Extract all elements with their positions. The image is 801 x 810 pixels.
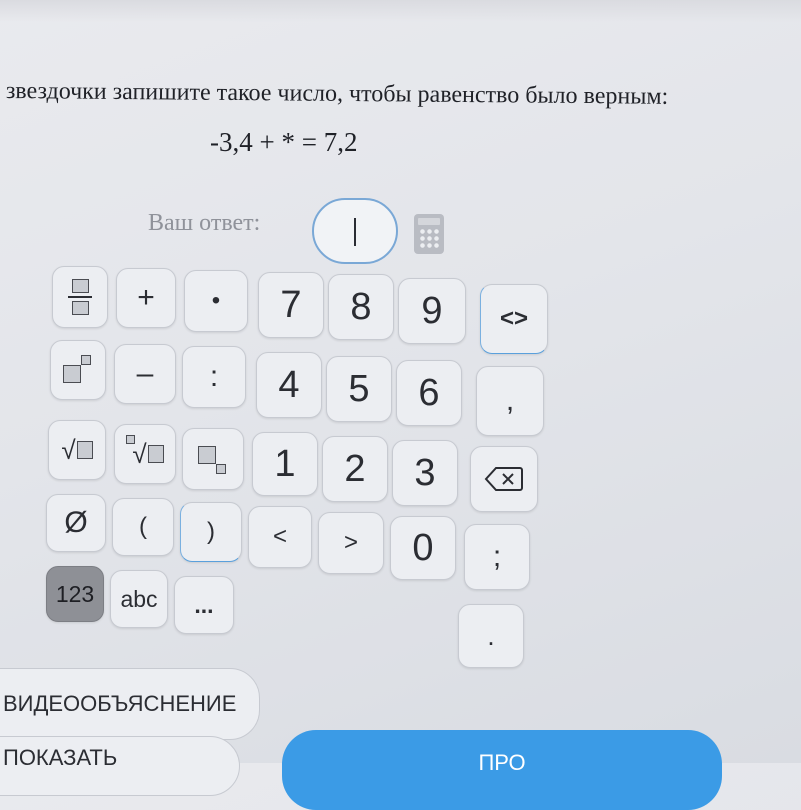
multiply-dot-key[interactable]: • bbox=[184, 270, 248, 332]
check-label: ПРО bbox=[478, 750, 526, 775]
nth-root-icon: √ bbox=[126, 434, 164, 470]
backspace-icon bbox=[484, 467, 523, 491]
digit-1-key[interactable]: 1 bbox=[252, 432, 318, 496]
power-key[interactable] bbox=[50, 340, 106, 400]
show-solution-label: ПОКАЗАТЬ bbox=[3, 745, 118, 770]
equation: -3,4 + * = 7,2 bbox=[210, 127, 358, 157]
fraction-key[interactable] bbox=[52, 266, 108, 328]
digit-6-key[interactable]: 6 bbox=[396, 360, 462, 426]
close-paren-key[interactable]: ) bbox=[180, 502, 242, 562]
less-than-key[interactable]: < bbox=[248, 506, 312, 568]
video-explanation-label: ВИДЕООБЪЯСНЕНИЕ bbox=[3, 691, 237, 716]
text-caret bbox=[354, 218, 356, 246]
subscript-icon bbox=[196, 444, 230, 474]
calculator-screen bbox=[418, 218, 440, 225]
digit-3-key[interactable]: 3 bbox=[392, 440, 458, 506]
open-paren-key[interactable]: ( bbox=[112, 498, 174, 556]
greater-than-key[interactable]: > bbox=[318, 512, 384, 574]
cursor-move-key[interactable]: <> bbox=[480, 284, 548, 354]
mode-letters-tab[interactable]: abc bbox=[110, 570, 168, 628]
question-text: звездочки запишите такое число, чтобы ра… bbox=[5, 78, 669, 110]
period-key[interactable]: . bbox=[458, 604, 524, 668]
digit-5-key[interactable]: 5 bbox=[326, 356, 392, 422]
digit-2-key[interactable]: 2 bbox=[322, 436, 388, 502]
calculator-icon[interactable] bbox=[414, 214, 444, 254]
digit-8-key[interactable]: 8 bbox=[328, 274, 394, 340]
mode-more-tab[interactable]: ... bbox=[174, 576, 234, 634]
digit-4-key[interactable]: 4 bbox=[256, 352, 322, 418]
fraction-icon bbox=[68, 279, 92, 315]
backspace-key[interactable] bbox=[470, 446, 538, 512]
digit-7-key[interactable]: 7 bbox=[258, 272, 324, 338]
video-explanation-button[interactable]: ВИДЕООБЪЯСНЕНИЕ bbox=[0, 668, 260, 740]
digit-9-key[interactable]: 9 bbox=[398, 278, 466, 344]
calculator-keys bbox=[419, 228, 439, 250]
digit-0-key[interactable]: 0 bbox=[390, 516, 456, 580]
minus-key[interactable]: – bbox=[114, 344, 176, 404]
top-edge bbox=[0, 0, 801, 22]
semicolon-key[interactable]: ; bbox=[464, 524, 530, 590]
subscript-key[interactable] bbox=[182, 428, 244, 490]
comma-key[interactable]: , bbox=[476, 366, 544, 436]
answer-label: Ваш ответ: bbox=[148, 210, 261, 236]
square-root-key[interactable]: √ bbox=[48, 420, 106, 480]
square-root-icon: √ bbox=[61, 435, 93, 466]
show-solution-button[interactable]: ПОКАЗАТЬ bbox=[0, 736, 240, 796]
check-button[interactable]: ПРО bbox=[282, 730, 722, 810]
answer-input[interactable] bbox=[312, 198, 398, 264]
mode-numbers-tab[interactable]: 123 bbox=[46, 566, 104, 622]
empty-set-key[interactable]: Ø bbox=[46, 494, 106, 552]
nth-root-key[interactable]: √ bbox=[114, 424, 176, 484]
power-icon bbox=[61, 355, 95, 385]
plus-key[interactable]: + bbox=[116, 268, 176, 328]
divide-key[interactable]: : bbox=[182, 346, 246, 408]
